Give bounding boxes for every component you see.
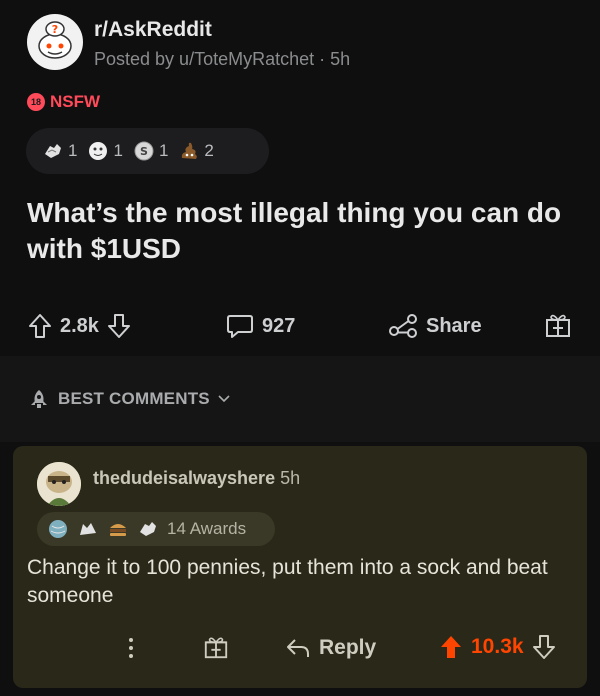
post-vote-count: 2.8k	[60, 314, 99, 337]
share-icon	[389, 314, 417, 338]
reply-arrow-icon	[287, 639, 309, 657]
reply-label: Reply	[319, 636, 377, 659]
chevron-down-icon	[218, 395, 230, 403]
comment-awards-count: 14 Awards	[167, 519, 247, 538]
reply-button[interactable]: Reply	[285, 636, 376, 660]
post-title[interactable]: What’s the most illegal thing you can do…	[27, 195, 587, 267]
svg-text:S: S	[140, 145, 148, 158]
upvote-filled-icon[interactable]	[439, 634, 463, 660]
comment-author[interactable]: thedudeisalwayshere	[93, 468, 275, 488]
more-vertical-icon	[129, 638, 133, 658]
award-item: 2	[178, 140, 214, 162]
comment-body: Change it to 100 pennies, put them into …	[27, 556, 548, 607]
comments-button[interactable]: 927	[226, 313, 295, 339]
comment-vote-group: 10.3k	[439, 634, 556, 660]
give-award-button[interactable]	[544, 311, 572, 339]
post-actions: 2.8k 927 Share	[0, 305, 600, 349]
comment-sort-selector[interactable]: BEST COMMENTS	[28, 388, 230, 410]
burger-award-icon	[110, 524, 126, 536]
gift-award-icon	[546, 314, 570, 337]
comment-age: 5h	[280, 468, 301, 488]
cat-award-icon	[80, 523, 96, 535]
sort-label: BEST COMMENTS	[58, 389, 210, 408]
coin-award-icon: S	[134, 141, 154, 161]
commenter-avatar[interactable]	[37, 462, 81, 506]
award-item: 1	[87, 140, 123, 162]
award-count: 2	[204, 141, 214, 160]
post-meta: Posted by u/ToteMyRatchet · 5h	[94, 49, 351, 69]
nsfw-tag: 18 NSFW	[27, 92, 100, 112]
svg-text:?: ?	[52, 23, 58, 36]
comment-actions: Reply 10.3k	[13, 630, 587, 670]
subreddit-name[interactable]: r/AskReddit	[94, 18, 212, 42]
nsfw-label: NSFW	[50, 92, 101, 111]
award-item: 1	[42, 140, 77, 162]
post-card: ? r/AskReddit Posted by u/ToteMyRatchet …	[0, 0, 600, 356]
subreddit-avatar[interactable]: ?	[27, 14, 83, 70]
upvote-icon[interactable]	[28, 313, 52, 339]
comment-give-award-button[interactable]	[203, 634, 229, 660]
award-item: S 1	[133, 140, 168, 162]
more-options-button[interactable]	[127, 636, 135, 660]
comment-count: 927	[262, 314, 296, 337]
comment-awards[interactable]: 14 Awards	[37, 512, 275, 546]
award-count: 1	[158, 141, 169, 160]
award-count: 1	[68, 141, 78, 160]
share-label: Share	[426, 314, 482, 337]
post-awards[interactable]: 1 1 S 1 2	[26, 128, 269, 174]
snoo-avatar-icon	[37, 462, 81, 506]
downvote-icon[interactable]	[107, 313, 131, 339]
share-button[interactable]: Share	[388, 313, 482, 339]
rocket-icon	[31, 390, 47, 408]
face-award-icon	[89, 142, 108, 160]
comment-vote-count: 10.3k	[471, 635, 524, 658]
fist-award-icon	[45, 144, 61, 158]
nsfw-18-icon: 18	[27, 93, 45, 111]
globe-award-icon	[49, 520, 67, 538]
comment-meta: thedudeisalwayshere 5h	[93, 468, 300, 489]
gift-award-icon	[204, 637, 228, 659]
downvote-icon[interactable]	[532, 634, 556, 660]
poop-award-icon	[182, 142, 198, 159]
post-vote-group: 2.8k	[28, 313, 131, 339]
top-comment: thedudeisalwayshere 5h 14 Awards Change …	[13, 446, 587, 688]
fist-award-icon	[140, 522, 156, 536]
award-count: 1	[113, 141, 123, 160]
comment-bubble-icon	[227, 315, 253, 338]
askreddit-icon: ?	[38, 21, 72, 59]
